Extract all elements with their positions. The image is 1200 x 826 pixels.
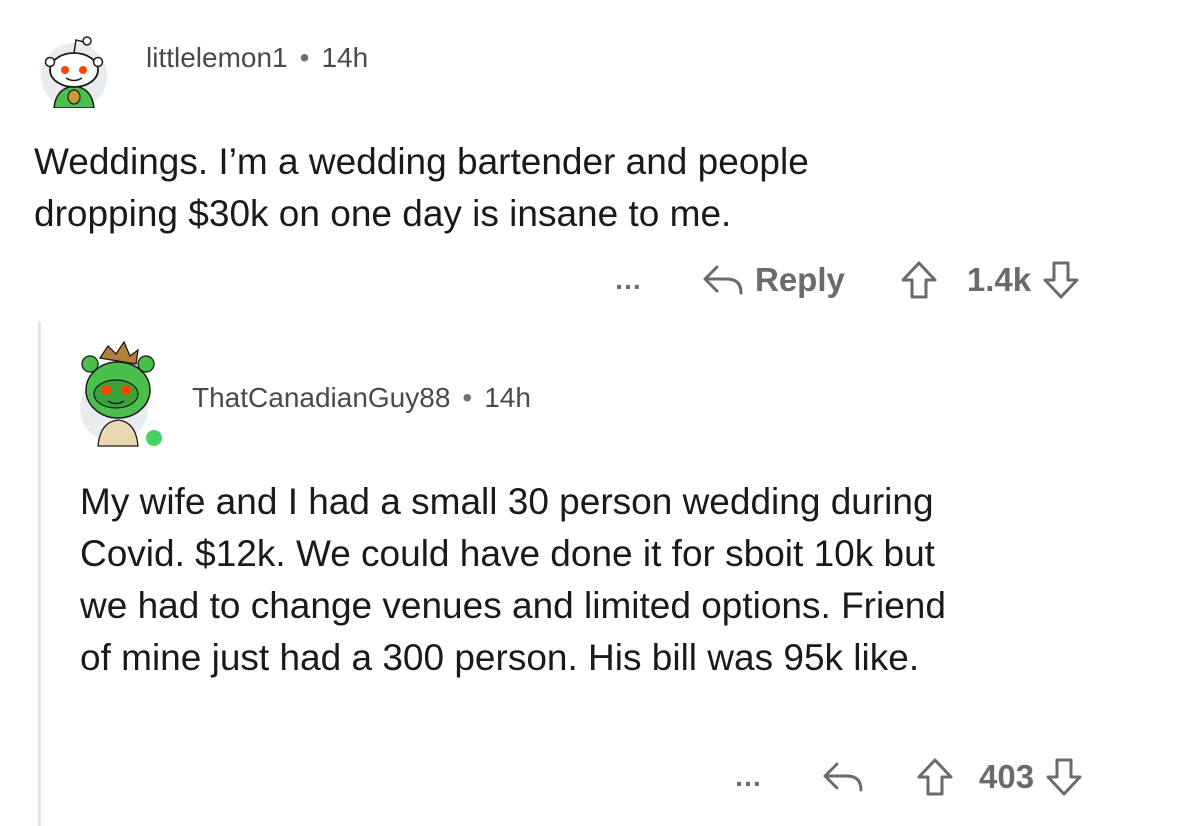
- comment-line: of mine just had a 300 person. His bill …: [80, 637, 920, 678]
- more-options-button[interactable]: …: [734, 763, 763, 791]
- more-options-button[interactable]: …: [614, 266, 643, 294]
- upvote-icon[interactable]: [899, 259, 939, 301]
- reply-arrow-icon[interactable]: [821, 760, 865, 794]
- comment-line: dropping $30k on one day is insane to me…: [34, 193, 732, 234]
- comment-line: My wife and I had a small 30 person wedd…: [80, 481, 934, 522]
- upvote-icon[interactable]: [915, 756, 955, 798]
- downvote-icon[interactable]: [1041, 259, 1081, 301]
- comment-actions: … 403: [734, 752, 1084, 802]
- comment-line: Covid. $12k. We could have done it for s…: [80, 533, 935, 574]
- comment-meta: ThatCanadianGuy88 • 14h: [192, 382, 531, 414]
- vote-score: 1.4k: [966, 261, 1032, 298]
- comment-body: Weddings. I’m a wedding bartender and pe…: [34, 136, 1164, 240]
- snoo-avatar-icon: [41, 36, 107, 109]
- comment-line: Weddings. I’m a wedding bartender and pe…: [34, 141, 809, 182]
- reply-button[interactable]: Reply: [701, 261, 845, 299]
- reply-label: Reply: [755, 261, 845, 298]
- meta-separator: •: [299, 42, 310, 73]
- snoo-avatar-icon: [80, 340, 165, 449]
- comment-age: 14h: [484, 382, 531, 413]
- username[interactable]: ThatCanadianGuy88: [192, 382, 450, 413]
- avatar[interactable]: [72, 334, 172, 452]
- comment-meta: littlelemon1 • 14h: [146, 42, 368, 74]
- avatar[interactable]: [26, 30, 120, 109]
- comment-line: we had to change venues and limited opti…: [80, 585, 946, 626]
- comment-actions: … Reply 1.4k: [614, 255, 1081, 305]
- username[interactable]: littlelemon1: [146, 42, 288, 73]
- thread-line[interactable]: [38, 322, 41, 826]
- meta-separator: •: [462, 382, 473, 413]
- comment-body: My wife and I had a small 30 person wedd…: [80, 476, 1180, 684]
- comment-age: 14h: [321, 42, 369, 73]
- reply-arrow-icon: [701, 263, 745, 297]
- online-status-icon: [146, 430, 162, 446]
- downvote-icon[interactable]: [1044, 756, 1084, 798]
- vote-score: 403: [979, 758, 1035, 795]
